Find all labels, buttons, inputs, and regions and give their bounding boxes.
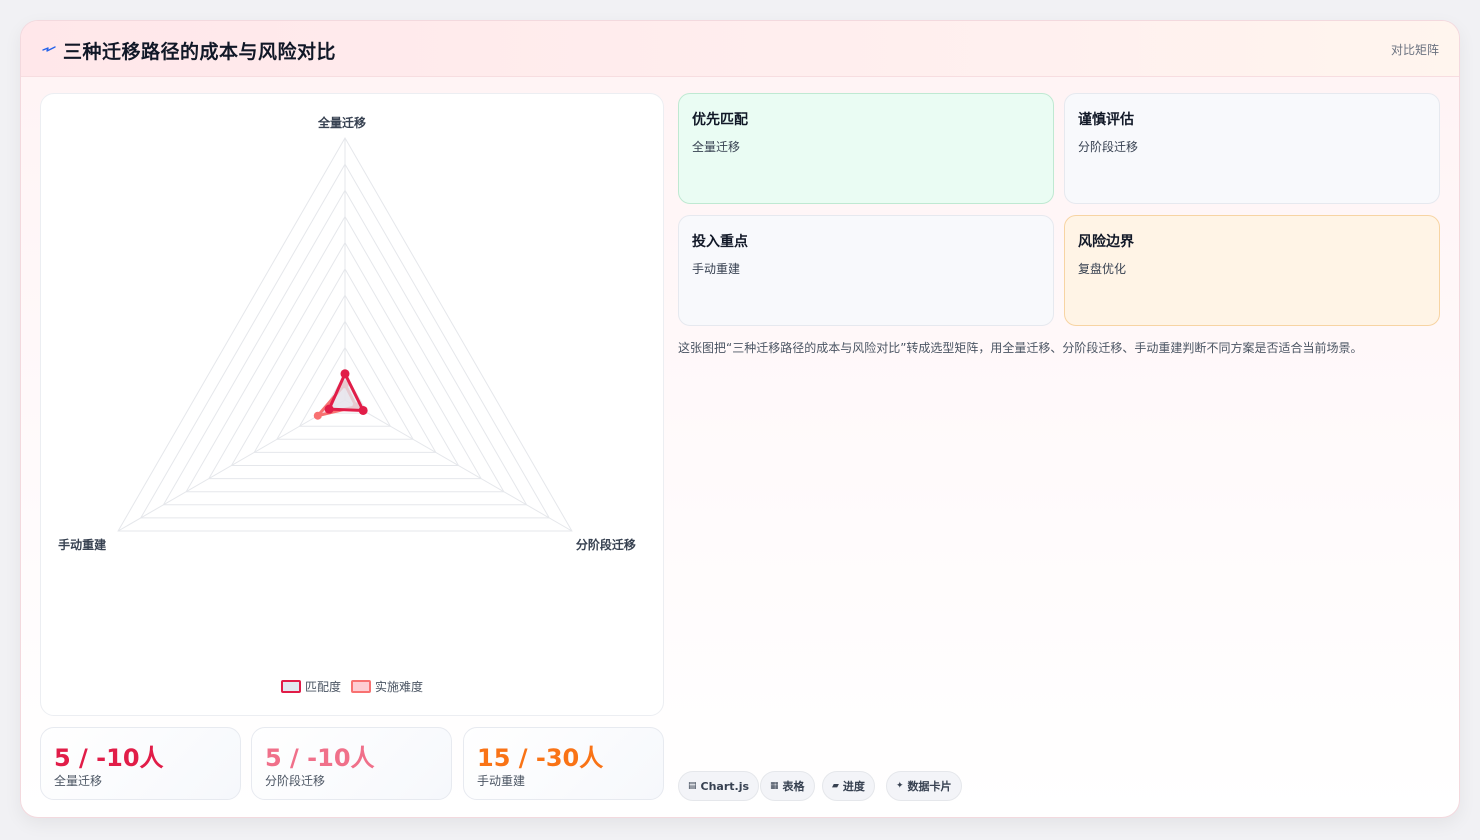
- legend-item-match[interactable]: 匹配度: [280, 678, 341, 695]
- radar-chart-panel: 全量迁移 分阶段迁移 手动重建 匹配度 实施难度: [40, 93, 664, 716]
- sparkle-icon: ✦: [896, 781, 904, 791]
- legend-swatch-difficulty: [351, 680, 371, 693]
- matrix-value: 分阶段迁移: [1078, 140, 1139, 154]
- matrix-title: 谨慎评估: [1078, 112, 1134, 128]
- matrix-title: 投入重点: [692, 234, 748, 250]
- card-header: 三种迁移路径的成本与风险对比 对比矩阵: [21, 21, 1459, 77]
- stat-card-full: 5 / -10人 全量迁移: [40, 727, 241, 800]
- chart-legend: 匹配度 实施难度: [41, 678, 663, 695]
- stat-label-full: 全量迁移: [54, 774, 103, 788]
- axis-label-manual: 手动重建: [58, 538, 107, 552]
- legend-label-match: 匹配度: [304, 680, 341, 694]
- stat-card-manual: 15 / -30人 手动重建: [463, 727, 664, 800]
- stat-label-manual: 手动重建: [477, 774, 526, 788]
- matrix-value: 复盘优化: [1078, 262, 1127, 276]
- legend-swatch-match: [280, 680, 301, 693]
- page-title: 三种迁移路径的成本与风险对比: [63, 41, 337, 63]
- chip-progress[interactable]: ▰ 进度: [822, 771, 875, 801]
- matrix-title: 优先匹配: [692, 112, 748, 128]
- chip-label: Chart.js: [700, 779, 750, 793]
- comparison-card: 三种迁移路径的成本与风险对比 对比矩阵 全量迁移 分阶段迁移 手动重建 匹配度 …: [20, 20, 1460, 818]
- chip-label: 进度: [842, 780, 865, 793]
- chip-chartjs[interactable]: ▤ Chart.js: [678, 771, 760, 801]
- stat-value-phased: 5 / -10人: [265, 744, 375, 772]
- chip-table[interactable]: ▦ 表格: [760, 771, 815, 801]
- legend-item-difficulty[interactable]: 实施难度: [351, 678, 423, 695]
- matrix-title: 风险边界: [1078, 234, 1134, 250]
- progress-icon: ▰: [832, 781, 839, 791]
- stat-label-phased: 分阶段迁移: [265, 774, 326, 788]
- legend-label-difficulty: 实施难度: [375, 680, 424, 694]
- matrix-value: 手动重建: [692, 262, 741, 276]
- chip-data-cards[interactable]: ✦ 数据卡片: [886, 771, 962, 801]
- axis-label-phased: 分阶段迁移: [575, 538, 636, 552]
- chart-icon: ▤: [688, 781, 697, 791]
- stat-card-phased: 5 / -10人 分阶段迁移: [251, 727, 452, 800]
- data-point[interactable]: [340, 369, 350, 379]
- chip-label: 表格: [782, 780, 805, 793]
- stat-value-manual: 15 / -30人: [477, 744, 604, 772]
- stat-value-full: 5 / -10人: [54, 744, 164, 772]
- data-point[interactable]: [324, 404, 334, 414]
- matrix-card-priority: 优先匹配 全量迁移: [678, 93, 1054, 204]
- header-tag: 对比矩阵: [1390, 43, 1439, 57]
- matrix-card-caution: 谨慎评估 分阶段迁移: [1064, 93, 1440, 204]
- data-point[interactable]: [358, 405, 368, 415]
- axis-label-full: 全量迁移: [318, 116, 367, 130]
- matrix-value: 全量迁移: [692, 140, 741, 154]
- chart-description: 这张图把“三种迁移路径的成本与风险对比”转成选型矩阵，用全量迁移、分阶段迁移、手…: [678, 341, 1363, 355]
- radar-chart: [117, 137, 573, 532]
- data-point[interactable]: [313, 411, 322, 420]
- chip-label: 数据卡片: [907, 780, 952, 793]
- bolt-icon: [42, 46, 56, 52]
- table-icon: ▦: [770, 781, 779, 791]
- matrix-card-investment: 投入重点 手动重建: [678, 215, 1054, 326]
- matrix-card-risk: 风险边界 复盘优化: [1064, 215, 1440, 326]
